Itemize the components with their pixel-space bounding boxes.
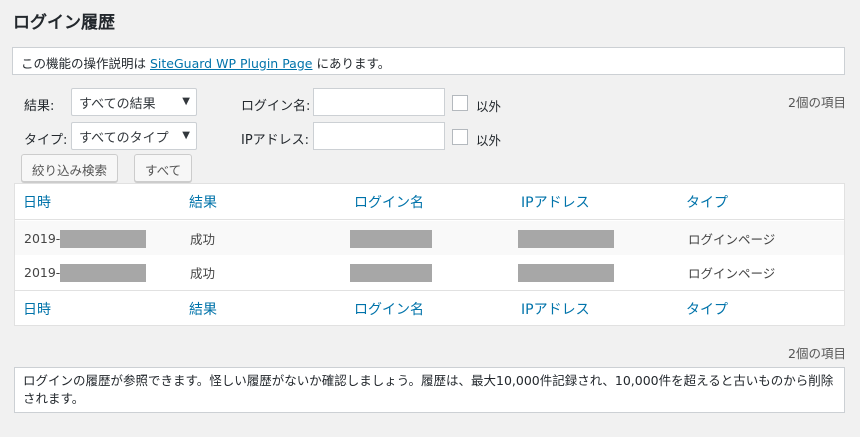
column-header-ip-address[interactable]: IPアドレス xyxy=(521,184,590,219)
redacted-ip-address xyxy=(518,263,614,282)
table-row: 2019- 成功 ログインページ xyxy=(15,221,844,256)
cell-ip-address xyxy=(518,221,614,256)
table-row: 2019- 成功 ログインページ xyxy=(15,255,844,290)
cell-type: ログインページ xyxy=(688,232,776,247)
redacted-login-name xyxy=(350,263,432,282)
datetime-text: 2019- xyxy=(24,265,61,280)
result-filter-label: 結果: xyxy=(24,99,55,114)
table-header-row: 日時 結果 ログイン名 IPアドレス タイプ xyxy=(15,184,844,220)
description-box: ログインの履歴が参照できます。怪しい履歴がないか確認しましょう。履歴は、最大10… xyxy=(14,367,845,413)
redacted-login-name xyxy=(350,229,432,248)
chevron-down-icon: ▼ xyxy=(182,96,190,107)
column-header-datetime[interactable]: 日時 xyxy=(23,184,51,219)
info-text-suffix: にあります。 xyxy=(316,56,391,71)
type-filter-label: タイプ: xyxy=(24,133,68,148)
filter-search-button[interactable]: 絞り込み検索 xyxy=(21,154,119,182)
column-footer-result[interactable]: 結果 xyxy=(189,291,217,326)
column-header-type[interactable]: タイプ xyxy=(686,184,728,219)
item-count-bottom: 2個の項目 xyxy=(788,346,846,361)
login-history-table: 日時 結果 ログイン名 IPアドレス タイプ 2019- 成功 ログインページ … xyxy=(14,183,845,326)
login-name-label: ログイン名: xyxy=(241,99,311,114)
redacted-datetime xyxy=(60,229,147,248)
type-filter-select[interactable]: すべてのタイプ ▼ xyxy=(71,122,197,150)
column-footer-login-name[interactable]: ログイン名 xyxy=(354,291,424,326)
redacted-datetime xyxy=(60,263,147,282)
chevron-down-icon: ▼ xyxy=(182,130,190,141)
login-name-exclude-checkbox[interactable] xyxy=(452,95,468,111)
datetime-text: 2019- xyxy=(24,231,61,246)
redacted-ip-address xyxy=(518,229,614,248)
column-header-result[interactable]: 結果 xyxy=(189,184,217,219)
cell-datetime: 2019- xyxy=(24,255,147,290)
result-filter-value: すべての結果 xyxy=(79,97,156,112)
page-title: ログイン履歴 xyxy=(13,13,115,33)
ip-address-exclude-checkbox[interactable] xyxy=(452,129,468,145)
item-count-top: 2個の項目 xyxy=(788,95,846,110)
login-name-exclude-label: 以外 xyxy=(476,99,502,114)
plugin-page-link[interactable]: SiteGuard WP Plugin Page xyxy=(150,56,312,71)
cell-result: 成功 xyxy=(190,232,216,247)
cell-type: ログインページ xyxy=(688,266,776,281)
info-text-prefix: この機能の操作説明は xyxy=(21,56,147,71)
ip-address-exclude-label: 以外 xyxy=(476,133,502,148)
column-footer-type[interactable]: タイプ xyxy=(686,291,728,326)
show-all-button[interactable]: すべて xyxy=(134,154,193,182)
ip-address-label: IPアドレス: xyxy=(241,133,310,148)
cell-datetime: 2019- xyxy=(24,221,147,256)
ip-address-input[interactable] xyxy=(313,122,445,150)
column-header-login-name[interactable]: ログイン名 xyxy=(354,184,424,219)
info-notice: この機能の操作説明は SiteGuard WP Plugin Page にありま… xyxy=(12,47,845,75)
table-footer-row: 日時 結果 ログイン名 IPアドレス タイプ xyxy=(15,290,844,326)
type-filter-value: すべてのタイプ xyxy=(79,131,169,146)
cell-login-name xyxy=(350,221,432,256)
column-footer-ip-address[interactable]: IPアドレス xyxy=(521,291,590,326)
cell-login-name xyxy=(350,255,432,290)
cell-ip-address xyxy=(518,255,614,290)
result-filter-select[interactable]: すべての結果 ▼ xyxy=(71,88,197,116)
cell-result: 成功 xyxy=(190,266,216,281)
login-name-input[interactable] xyxy=(313,88,445,116)
column-footer-datetime[interactable]: 日時 xyxy=(23,291,51,326)
